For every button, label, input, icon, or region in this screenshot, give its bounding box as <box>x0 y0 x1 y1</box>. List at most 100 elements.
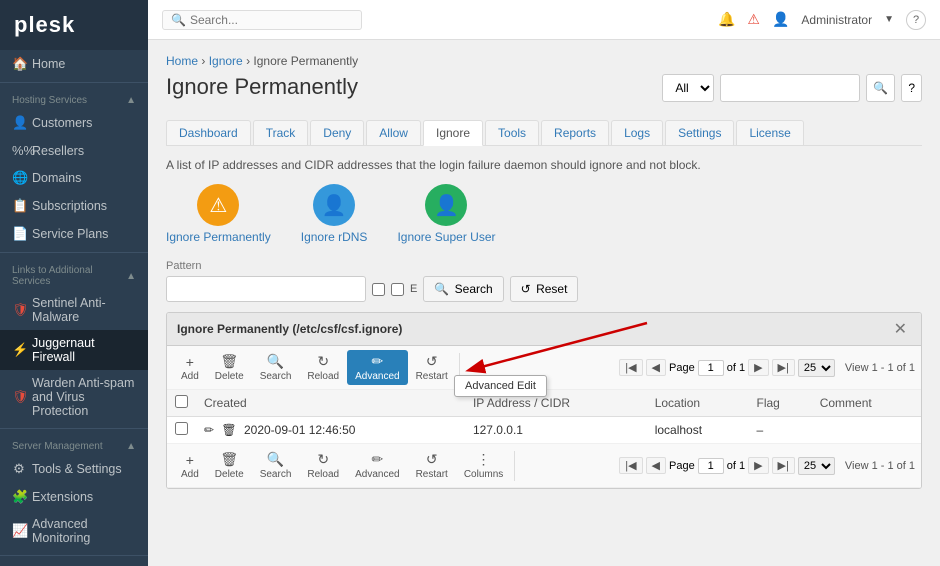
sidebar-item-monitoring[interactable]: 📈 Advanced Monitoring <box>0 511 148 551</box>
ignore-super-user-label: Ignore Super User <box>397 230 495 244</box>
breadcrumb-home[interactable]: Home <box>166 54 198 68</box>
sidebar-item-domains[interactable]: 🌐 Domains <box>0 164 148 192</box>
of-label-b: of 1 <box>727 460 745 472</box>
pg-next-btn-b[interactable]: ▶ <box>748 457 768 474</box>
customers-icon: 👤 <box>12 115 26 131</box>
ignore-super-user-icon-item[interactable]: 👤 Ignore Super User <box>397 184 495 244</box>
collapse-server-icon[interactable]: ▲ <box>126 441 136 452</box>
filter-select[interactable]: All <box>662 74 714 102</box>
pg-next-btn[interactable]: ▶ <box>748 359 768 376</box>
tab-dashboard[interactable]: Dashboard <box>166 120 251 145</box>
tab-ignore[interactable]: Ignore <box>423 120 483 146</box>
help-btn[interactable]: ? <box>901 74 922 102</box>
sidebar-item-juggernaut[interactable]: ⚡ Juggernaut Firewall <box>0 330 148 370</box>
ignore-rdns-icon-item[interactable]: 👤 Ignore rDNS <box>301 184 368 244</box>
app-logo[interactable]: plesk <box>0 0 148 50</box>
tab-track[interactable]: Track <box>253 120 309 145</box>
tab-reports[interactable]: Reports <box>541 120 609 145</box>
pg-first-btn-b[interactable]: |◀ <box>619 457 642 474</box>
pg-last-btn-b[interactable]: ▶| <box>772 457 795 474</box>
user-dropdown-icon[interactable]: ▼ <box>884 14 894 25</box>
bell-icon[interactable]: 🔔 <box>718 11 735 28</box>
pattern-checkbox-1[interactable] <box>372 283 385 296</box>
table-container: Ignore Permanently (/etc/csf/csf.ignore)… <box>166 312 922 489</box>
pattern-input[interactable] <box>166 276 366 302</box>
toolbar-reload-btn-b[interactable]: ↻ Reload <box>299 448 347 483</box>
pg-last-btn[interactable]: ▶| <box>772 359 795 376</box>
pg-prev-btn-b[interactable]: ◀ <box>646 457 666 474</box>
subscriptions-icon: 📋 <box>12 198 26 214</box>
extensions-icon: 🧩 <box>12 489 26 505</box>
pg-prev-btn[interactable]: ◀ <box>646 359 666 376</box>
sidebar-item-sentinel[interactable]: 🛡 Sentinel Anti-Malware <box>0 290 148 330</box>
user-label[interactable]: Administrator <box>801 13 872 27</box>
sidebar-item-resellers[interactable]: %% Resellers <box>0 137 148 164</box>
row-checkbox[interactable] <box>175 422 188 435</box>
toolbar-add-btn-b[interactable]: + Add <box>173 449 207 483</box>
row-created: ✏ 🗑 2020-09-01 12:46:50 <box>196 417 465 444</box>
search-icon-btn[interactable]: 🔍 <box>866 74 895 102</box>
pg-first-btn[interactable]: |◀ <box>619 359 642 376</box>
row-flag: – <box>749 417 812 444</box>
tab-logs[interactable]: Logs <box>611 120 663 145</box>
select-all-checkbox[interactable] <box>175 395 188 408</box>
toolbar-delete-btn[interactable]: 🗑 Delete <box>207 350 252 385</box>
toolbar-reload-btn[interactable]: ↻ Reload <box>299 350 347 385</box>
toolbar-restart-label: Restart <box>416 371 448 382</box>
toolbar-restart-btn[interactable]: ↺ Restart <box>408 350 456 385</box>
toolbar-search-btn-b[interactable]: 🔍 Search <box>252 448 300 483</box>
toolbar-advanced-btn[interactable]: ✏ Advanced <box>347 350 407 385</box>
help-icon[interactable]: ? <box>906 10 926 30</box>
row-delete-icon[interactable]: 🗑 <box>221 423 236 437</box>
toolbar-restart-btn-b[interactable]: ↺ Restart <box>408 448 456 483</box>
page-input[interactable] <box>698 360 724 376</box>
juggernaut-icon: ⚡ <box>12 342 26 358</box>
sidebar-item-subscriptions[interactable]: 📋 Subscriptions <box>0 192 148 220</box>
tab-deny[interactable]: Deny <box>310 120 364 145</box>
toolbar-delete-btn-b[interactable]: 🗑 Delete <box>207 448 252 483</box>
page-label: Page <box>669 362 695 374</box>
sidebar-item-warden[interactable]: 🛡 Warden Anti-spam and Virus Protection <box>0 370 148 424</box>
tab-allow[interactable]: Allow <box>366 120 421 145</box>
collapse-hosting-icon[interactable]: ▲ <box>126 95 136 106</box>
filter-input[interactable] <box>720 74 860 102</box>
row-comment <box>812 417 921 444</box>
toolbar-add-btn[interactable]: + Add <box>173 351 207 385</box>
ignore-permanently-icon-item[interactable]: ⚠ Ignore Permanently <box>166 184 271 244</box>
tab-license[interactable]: License <box>736 120 803 145</box>
sidebar-item-tools[interactable]: ⚙ Tools & Settings <box>0 455 148 483</box>
alert-icon[interactable]: ⚠ <box>747 11 760 28</box>
ignore-permanently-circle: ⚠ <box>197 184 239 226</box>
pattern-search-btn[interactable]: 🔍 Search <box>423 276 503 302</box>
row-location: localhost <box>647 417 749 444</box>
collapse-links-icon[interactable]: ▲ <box>126 271 136 282</box>
toolbar-search-btn[interactable]: 🔍 Search <box>252 350 300 385</box>
pattern-checkbox-2[interactable] <box>391 283 404 296</box>
tools-icon: ⚙ <box>12 461 26 477</box>
toolbar-advanced-btn-b[interactable]: ✏ Advanced <box>347 448 407 483</box>
sidebar-item-customers[interactable]: 👤 Customers <box>0 109 148 137</box>
sidebar-item-service-plans[interactable]: 📄 Service Plans <box>0 220 148 248</box>
search-input[interactable] <box>190 13 353 27</box>
breadcrumb-current: Ignore Permanently <box>253 54 358 68</box>
tab-tools[interactable]: Tools <box>485 120 539 145</box>
ignore-rdns-label: Ignore rDNS <box>301 230 368 244</box>
sidebar-section-links: Links to Additional Services ▲ <box>0 257 148 290</box>
per-page-select-b[interactable]: 25 <box>798 457 835 475</box>
table-close-btn[interactable]: ✕ <box>890 319 911 339</box>
per-page-select[interactable]: 25 <box>798 359 835 377</box>
sidebar-divider-3 <box>0 428 148 429</box>
sidebar: plesk 🏠 Home Hosting Services ▲ 👤 Custom… <box>0 0 148 566</box>
toolbar-columns-btn-b[interactable]: ⋮ Columns <box>456 448 511 483</box>
sidebar-divider-4 <box>0 555 148 556</box>
sidebar-item-extensions[interactable]: 🧩 Extensions <box>0 483 148 511</box>
breadcrumb-ignore[interactable]: Ignore <box>209 54 243 68</box>
row-edit-icon[interactable]: ✏ <box>204 423 214 437</box>
search-wrap[interactable]: 🔍 <box>162 10 362 30</box>
tab-settings[interactable]: Settings <box>665 120 734 145</box>
row-created-value: 2020-09-01 12:46:50 <box>244 423 355 437</box>
page-input-b[interactable] <box>698 458 724 474</box>
pattern-reset-btn[interactable]: ↺ Reset <box>510 276 579 302</box>
sidebar-item-home[interactable]: 🏠 Home <box>0 50 148 78</box>
table-title: Ignore Permanently (/etc/csf/csf.ignore) <box>177 322 402 336</box>
